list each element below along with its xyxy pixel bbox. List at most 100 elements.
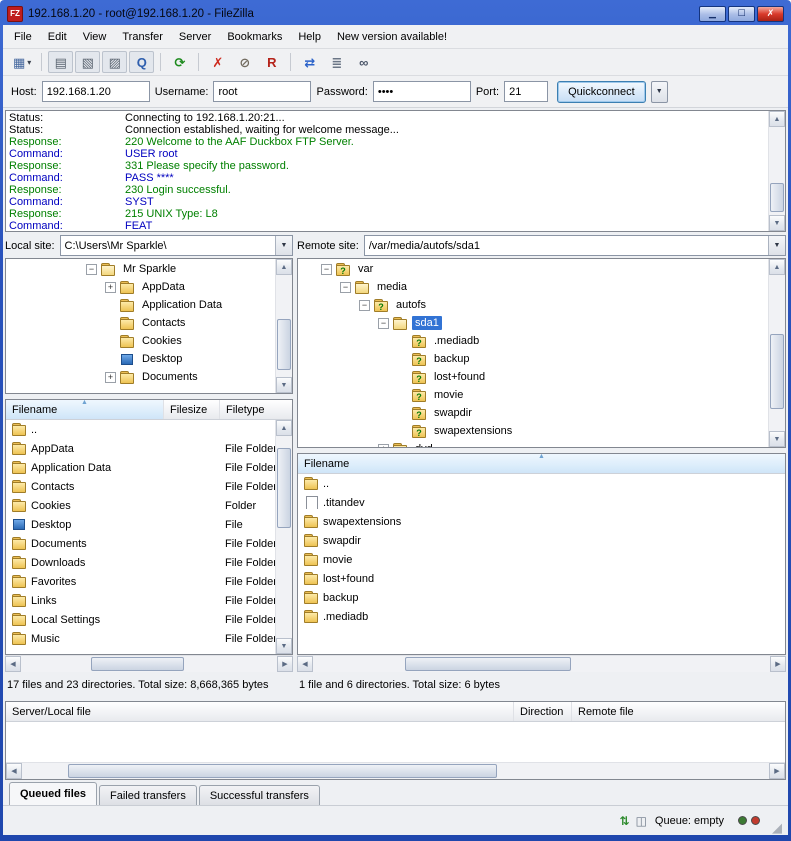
menu-item-file[interactable]: File <box>7 28 39 46</box>
local-file-row[interactable]: Local SettingsFile Folder <box>6 610 275 629</box>
local-file-row[interactable]: CookiesFolder <box>6 496 275 515</box>
password-input[interactable] <box>373 81 471 102</box>
menu-item-help[interactable]: Help <box>291 28 328 46</box>
column-header-filename[interactable]: Filename▲ <box>6 400 164 419</box>
local-tree-item[interactable]: Cookies <box>6 332 275 350</box>
queue-horizontal-scrollbar[interactable]: ◀▶ <box>6 762 785 779</box>
resize-grip-icon[interactable]: ◢ <box>772 821 782 835</box>
scroll-right-icon[interactable]: ▶ <box>277 656 293 672</box>
scroll-up-icon[interactable]: ▲ <box>276 259 292 275</box>
menu-item-server[interactable]: Server <box>172 28 218 46</box>
column-header-remote-file[interactable]: Remote file <box>572 702 785 721</box>
local-horizontal-scrollbar[interactable]: ◀▶ <box>5 655 293 672</box>
scrollbar-thumb[interactable] <box>405 657 571 671</box>
scroll-down-icon[interactable]: ▼ <box>276 638 292 654</box>
local-file-row[interactable]: Application DataFile Folder <box>6 458 275 477</box>
filter-status-icon[interactable]: ◫ <box>636 814 647 828</box>
scrollbar-thumb[interactable] <box>277 448 291 528</box>
close-button[interactable]: ✗ <box>757 6 784 22</box>
port-input[interactable] <box>504 81 548 102</box>
remote-tree-item[interactable]: swapdir <box>298 404 768 422</box>
local-tree-scrollbar[interactable]: ▲▼ <box>275 259 292 393</box>
menu-item-bookmarks[interactable]: Bookmarks <box>220 28 289 46</box>
menu-item-view[interactable]: View <box>76 28 114 46</box>
remote-site-input[interactable] <box>365 236 768 255</box>
menu-item-transfer[interactable]: Transfer <box>115 28 170 46</box>
expand-icon[interactable]: + <box>378 444 389 448</box>
remote-file-row[interactable]: lost+found <box>298 569 785 588</box>
expand-icon[interactable]: + <box>105 282 116 293</box>
local-file-row[interactable]: LinksFile Folder <box>6 591 275 610</box>
scrollbar-thumb[interactable] <box>277 319 291 370</box>
remote-tree-item[interactable]: +dvd <box>298 440 768 447</box>
scrollbar-thumb[interactable] <box>91 657 183 671</box>
disconnect-button[interactable]: ⊘ <box>232 51 257 73</box>
host-input[interactable] <box>42 81 150 102</box>
remote-tree-item[interactable]: −var <box>298 260 768 278</box>
remote-tree-scrollbar[interactable]: ▲▼ <box>768 259 785 447</box>
scroll-down-icon[interactable]: ▼ <box>769 215 785 231</box>
local-file-row[interactable]: .. <box>6 420 275 439</box>
toggle-local-tree-button[interactable]: ▧ <box>75 51 100 73</box>
scroll-left-icon[interactable]: ◀ <box>6 763 22 779</box>
column-header-filename[interactable]: Filename▲ <box>298 454 785 473</box>
local-site-dropdown-button[interactable]: ▼ <box>275 236 292 255</box>
remote-tree-item[interactable]: backup <box>298 350 768 368</box>
local-tree-item[interactable]: Contacts <box>6 314 275 332</box>
remote-tree-item[interactable]: −sda1 <box>298 314 768 332</box>
collapse-icon[interactable]: − <box>86 264 97 275</box>
username-input[interactable] <box>213 81 311 102</box>
quickconnect-dropdown-button[interactable]: ▼ <box>651 81 668 103</box>
directory-comparison-button[interactable]: ⇄ <box>297 51 322 73</box>
remote-file-row[interactable]: backup <box>298 588 785 607</box>
remote-file-row[interactable]: swapextensions <box>298 512 785 531</box>
local-tree-item[interactable]: −Mr Sparkle <box>6 260 275 278</box>
scroll-down-icon[interactable]: ▼ <box>276 377 292 393</box>
local-site-combo[interactable]: ▼ <box>60 235 293 256</box>
collapse-icon[interactable]: − <box>321 264 332 275</box>
remote-file-row[interactable]: movie <box>298 550 785 569</box>
reconnect-button[interactable]: R <box>259 51 284 73</box>
remote-file-row[interactable]: .mediadb <box>298 607 785 626</box>
local-list-scrollbar[interactable]: ▲▼ <box>275 420 292 654</box>
local-file-row[interactable]: DocumentsFile Folder <box>6 534 275 553</box>
local-file-row[interactable]: AppDataFile Folder <box>6 439 275 458</box>
column-header-filetype[interactable]: Filetype <box>220 400 292 419</box>
title-bar[interactable]: FZ 192.168.1.20 - root@192.168.1.20 - Fi… <box>3 0 788 25</box>
tab-failed-transfers[interactable]: Failed transfers <box>99 785 197 805</box>
toggle-message-log-button[interactable]: ▤ <box>48 51 73 73</box>
quickconnect-button[interactable]: Quickconnect <box>557 81 646 103</box>
scroll-down-icon[interactable]: ▼ <box>769 431 785 447</box>
remote-tree-item[interactable]: lost+found <box>298 368 768 386</box>
local-site-input[interactable] <box>61 236 275 255</box>
column-header-server-local-file[interactable]: Server/Local file <box>6 702 514 721</box>
refresh-button[interactable]: ⟳ <box>167 51 192 73</box>
column-header-direction[interactable]: Direction <box>514 702 572 721</box>
remote-horizontal-scrollbar[interactable]: ◀▶ <box>297 655 786 672</box>
speed-limits-icon[interactable]: ⇅ <box>620 814 630 828</box>
scroll-left-icon[interactable]: ◀ <box>297 656 313 672</box>
collapse-icon[interactable]: − <box>340 282 351 293</box>
remote-site-combo[interactable]: ▼ <box>364 235 786 256</box>
remote-file-row[interactable]: .. <box>298 474 785 493</box>
remote-file-row[interactable]: .titandev <box>298 493 785 512</box>
remote-tree-item[interactable]: movie <box>298 386 768 404</box>
local-tree-item[interactable]: +Documents <box>6 368 275 386</box>
scrollbar-thumb[interactable] <box>770 334 784 409</box>
site-manager-button[interactable]: ▦▾ <box>9 51 35 73</box>
expand-icon[interactable]: + <box>105 372 116 383</box>
minimize-button[interactable]: ▁ <box>699 6 726 22</box>
local-tree-item[interactable]: Desktop <box>6 350 275 368</box>
local-file-row[interactable]: ContactsFile Folder <box>6 477 275 496</box>
collapse-icon[interactable]: − <box>378 318 389 329</box>
remote-file-row[interactable]: swapdir <box>298 531 785 550</box>
tab-queued-files[interactable]: Queued files <box>9 782 97 805</box>
log-scrollbar[interactable]: ▲▼ <box>768 111 785 231</box>
cancel-button[interactable]: ✗ <box>205 51 230 73</box>
remote-tree-item[interactable]: −autofs <box>298 296 768 314</box>
scrollbar-thumb[interactable] <box>770 183 784 212</box>
column-header-filesize[interactable]: Filesize <box>164 400 220 419</box>
remote-tree-item[interactable]: swapextensions <box>298 422 768 440</box>
local-file-row[interactable]: DownloadsFile Folder <box>6 553 275 572</box>
remote-tree-item[interactable]: −media <box>298 278 768 296</box>
